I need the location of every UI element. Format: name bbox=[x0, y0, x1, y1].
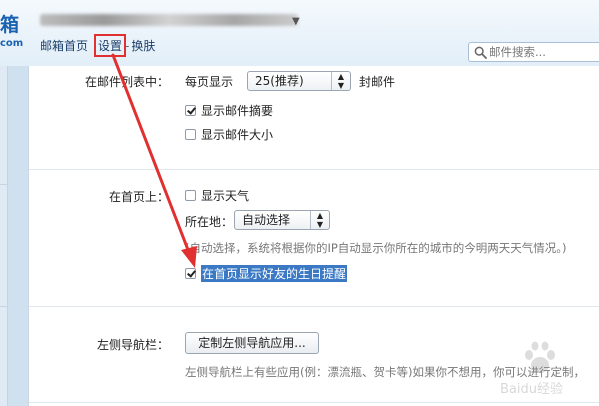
left-nav-strip bbox=[0, 66, 8, 406]
location-select[interactable]: 自动选择 ▲ ▼ bbox=[234, 210, 330, 230]
section-divider bbox=[29, 306, 599, 307]
birthday-option[interactable]: 在首页显示好友的生日提醒 bbox=[185, 265, 348, 282]
caret-down-icon[interactable]: ▼ bbox=[292, 16, 300, 27]
account-name-blurred[interactable] bbox=[40, 14, 298, 26]
birthday-label: 在首页显示好友的生日提醒 bbox=[201, 265, 348, 282]
show-summary-checkbox[interactable] bbox=[185, 105, 196, 116]
nav-section-label: 左侧导航栏： bbox=[96, 338, 169, 352]
nav-skin-link[interactable]: 换肤 bbox=[131, 37, 155, 54]
paw-logo-icon bbox=[525, 341, 555, 373]
search-input[interactable] bbox=[489, 45, 597, 59]
show-size-checkbox[interactable] bbox=[185, 129, 196, 140]
show-weather-checkbox[interactable] bbox=[185, 190, 196, 201]
list-section-label: 在邮件列表中： bbox=[84, 75, 169, 89]
watermark-text: Baidu经验 bbox=[500, 382, 563, 397]
birthday-checkbox[interactable] bbox=[185, 268, 196, 279]
per-page-suffix: 封邮件 bbox=[359, 75, 396, 89]
baidu-watermark: Baidu经验 bbox=[498, 338, 594, 400]
location-value: 自动选择 bbox=[242, 213, 291, 227]
customize-nav-button[interactable]: 定制左侧导航应用... bbox=[185, 332, 319, 354]
nav-settings-link[interactable]: 设置 bbox=[94, 34, 127, 57]
nav-separator: - bbox=[125, 39, 130, 53]
per-page-prefix: 每页显示 bbox=[185, 75, 234, 89]
section-divider bbox=[29, 169, 599, 170]
per-page-select[interactable]: 25(推荐) ▲ ▼ bbox=[247, 71, 351, 91]
weather-hint: (自动选择，系统将根据你的IP自动显示你所在的城市的今明两天天气情况。) bbox=[185, 241, 567, 255]
chevron-up-down-icon: ▲ ▼ bbox=[310, 211, 329, 229]
search-box[interactable] bbox=[468, 42, 599, 62]
show-size-label: 显示邮件大小 bbox=[201, 128, 274, 142]
section-divider bbox=[29, 402, 599, 403]
location-label: 所在地： bbox=[185, 215, 234, 229]
mail-header: 箱 com ▼ 邮箱首页 设置 - 换肤 bbox=[0, 0, 599, 66]
top-nav: 邮箱首页 设置 - 换肤 bbox=[40, 34, 155, 57]
search-icon[interactable] bbox=[474, 46, 487, 59]
home-section-label: 在首页上： bbox=[108, 190, 169, 204]
brand-logo-char: 箱 bbox=[0, 14, 20, 36]
show-weather-label: 显示天气 bbox=[201, 189, 250, 203]
show-size-option[interactable]: 显示邮件大小 bbox=[185, 126, 273, 143]
chevron-up-down-icon: ▲ ▼ bbox=[331, 72, 350, 90]
nav-home-link[interactable]: 邮箱首页 bbox=[40, 37, 88, 54]
show-summary-label: 显示邮件摘要 bbox=[201, 104, 274, 118]
per-page-value: 25(推荐) bbox=[255, 74, 304, 88]
show-summary-option[interactable]: 显示邮件摘要 bbox=[185, 102, 273, 119]
show-weather-option[interactable]: 显示天气 bbox=[185, 187, 249, 204]
brand-logo-sub: com bbox=[0, 38, 24, 49]
